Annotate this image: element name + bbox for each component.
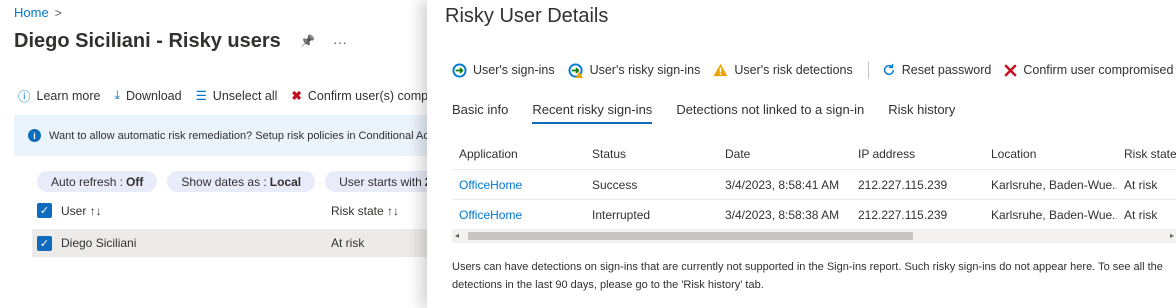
- risky-user-details-panel: Risky User Details User's sign-ins User'…: [427, 0, 1176, 308]
- user-column-header[interactable]: User ↑↓: [61, 204, 331, 218]
- filter-pills: Auto refresh : Off Show dates as : Local U…: [37, 171, 440, 192]
- scrollbar-thumb[interactable]: [468, 232, 913, 240]
- more-icon[interactable]: ···: [333, 34, 347, 50]
- banner-text[interactable]: Want to allow automatic risk remediation…: [49, 130, 434, 142]
- learn-more-button[interactable]: ⓘ Learn more: [18, 86, 100, 105]
- ip-address-cell: 212.227.115.239: [858, 177, 948, 192]
- table-header-row: Application Status Date IP address Locat…: [452, 138, 1176, 170]
- row-checkbox[interactable]: ✓: [37, 235, 52, 251]
- page-command-bar: ⓘ Learn more ⤓ Download ☰ Unselect all ✖…: [18, 86, 428, 105]
- risk-state-cell: At risk: [331, 236, 365, 250]
- panel-title: Risky User Details: [445, 5, 609, 27]
- date-cell: 3/4/2023, 8:58:38 AM: [725, 207, 840, 222]
- scroll-right-icon[interactable]: ▸: [1170, 229, 1174, 243]
- ip-address-cell: 212.227.115.239: [858, 207, 948, 222]
- table-row[interactable]: OfficeHome Interrupted 3/4/2023, 8:58:38…: [452, 200, 1176, 230]
- download-icon: ⤓: [114, 88, 120, 102]
- reset-password-label: Reset password: [901, 63, 992, 77]
- horizontal-scrollbar[interactable]: ◂ ▸: [452, 229, 1176, 243]
- pill-label: Auto refresh :: [51, 174, 124, 189]
- pill-label: Show dates as :: [181, 174, 267, 189]
- refresh-icon: [883, 63, 894, 76]
- ip-address-column-header[interactable]: IP address: [851, 147, 984, 161]
- status-column-header[interactable]: Status: [585, 147, 718, 161]
- application-link[interactable]: OfficeHome: [452, 208, 585, 222]
- x-icon: ✖: [291, 89, 302, 103]
- user-cell: Diego Siciliani: [61, 236, 137, 250]
- list-icon: ☰: [195, 89, 207, 103]
- location-cell: Karlsruhe, Baden-Wue...: [991, 207, 1117, 222]
- x-icon: [1005, 64, 1017, 76]
- users-signins-label: User's sign-ins: [473, 63, 555, 77]
- title-actions: 📌 ···: [300, 34, 347, 50]
- application-link[interactable]: OfficeHome: [452, 178, 585, 192]
- unselect-all-label: Unselect all: [212, 88, 278, 103]
- risky-users-page: Home > Diego Siciliani - Risky users 📌 ·…: [0, 0, 440, 308]
- breadcrumb: Home >: [14, 5, 62, 20]
- tab-detections-not-linked[interactable]: Detections not linked to a sign-in: [676, 102, 864, 124]
- learn-more-label: Learn more: [36, 88, 101, 103]
- confirm-user-compromised-label: Confirm user compromised: [1023, 63, 1174, 77]
- show-dates-pill[interactable]: Show dates as : Local: [167, 171, 316, 192]
- status-cell: Interrupted: [592, 207, 651, 222]
- risky-signins-table: Application Status Date IP address Locat…: [452, 138, 1176, 230]
- risk-state-cell: At risk: [1124, 207, 1158, 222]
- info-icon: ⓘ: [18, 90, 31, 104]
- tab-basic-info[interactable]: Basic info: [452, 102, 508, 124]
- users-risky-signins-button[interactable]: User's risky sign-ins: [568, 62, 701, 78]
- pill-label: User starts with: [339, 174, 422, 189]
- risky-signin-icon: [568, 62, 583, 78]
- info-note: Users can have detections on sign-ins th…: [452, 261, 1163, 291]
- info-banner: i Want to allow automatic risk remediati…: [14, 115, 440, 156]
- location-cell: Karlsruhe, Baden-Wue...: [991, 177, 1117, 192]
- table-row[interactable]: OfficeHome Success 3/4/2023, 8:58:41 AM …: [452, 170, 1176, 200]
- breadcrumb-home[interactable]: Home: [14, 5, 49, 20]
- scroll-left-icon[interactable]: ◂: [455, 229, 459, 243]
- download-button[interactable]: ⤓ Download: [114, 86, 181, 105]
- confirm-users-compromised-button[interactable]: ✖ Confirm user(s) comp: [291, 86, 428, 105]
- breadcrumb-separator: >: [54, 5, 62, 20]
- risk-state-column-header[interactable]: Risk state ↑↓: [331, 204, 399, 218]
- confirm-user-compromised-button[interactable]: Confirm user compromised: [1004, 63, 1173, 77]
- pill-value: Off: [126, 174, 144, 189]
- page-title: Diego Siciliani - Risky users: [14, 30, 281, 52]
- auto-refresh-pill[interactable]: Auto refresh : Off: [37, 171, 158, 192]
- panel-toolbar: User's sign-ins User's risky sign-ins Us…: [452, 61, 1176, 79]
- pin-icon[interactable]: 📌: [300, 34, 315, 50]
- signin-icon: [452, 62, 467, 78]
- pill-value: Local: [269, 174, 302, 189]
- users-table-header: ✓ User ↑↓ Risk state ↑↓: [37, 203, 437, 218]
- info-icon: i: [28, 129, 41, 142]
- status-cell: Success: [592, 177, 638, 192]
- users-signins-button[interactable]: User's sign-ins: [452, 62, 555, 78]
- date-cell: 3/4/2023, 8:58:41 AM: [725, 177, 840, 192]
- unselect-all-button[interactable]: ☰ Unselect all: [196, 86, 278, 105]
- users-risk-detections-label: User's risk detections: [734, 63, 853, 77]
- user-filter-pill[interactable]: User starts with2: [325, 171, 440, 192]
- select-all-checkbox[interactable]: ✓: [37, 203, 52, 218]
- risk-state-cell: At risk: [1124, 177, 1158, 192]
- reset-password-button[interactable]: Reset password: [882, 63, 992, 77]
- location-column-header[interactable]: Location: [984, 147, 1117, 161]
- tab-risk-history[interactable]: Risk history: [888, 102, 955, 124]
- warning-icon: [713, 63, 728, 77]
- users-risk-detections-button[interactable]: User's risk detections: [713, 63, 853, 77]
- table-row[interactable]: ✓ Diego Siciliani At risk: [32, 229, 440, 257]
- toolbar-divider: [867, 61, 869, 79]
- download-label: Download: [125, 88, 182, 103]
- tab-recent-risky-signins[interactable]: Recent risky sign-ins: [532, 102, 652, 124]
- application-column-header[interactable]: Application: [452, 147, 585, 161]
- risk-state-column-header[interactable]: Risk state: [1117, 147, 1176, 161]
- users-risky-signins-label: User's risky sign-ins: [589, 63, 701, 77]
- panel-tabs: Basic info Recent risky sign-ins Detecti…: [452, 102, 979, 124]
- date-column-header[interactable]: Date: [718, 147, 851, 161]
- confirm-users-label: Confirm user(s) comp: [307, 88, 429, 103]
